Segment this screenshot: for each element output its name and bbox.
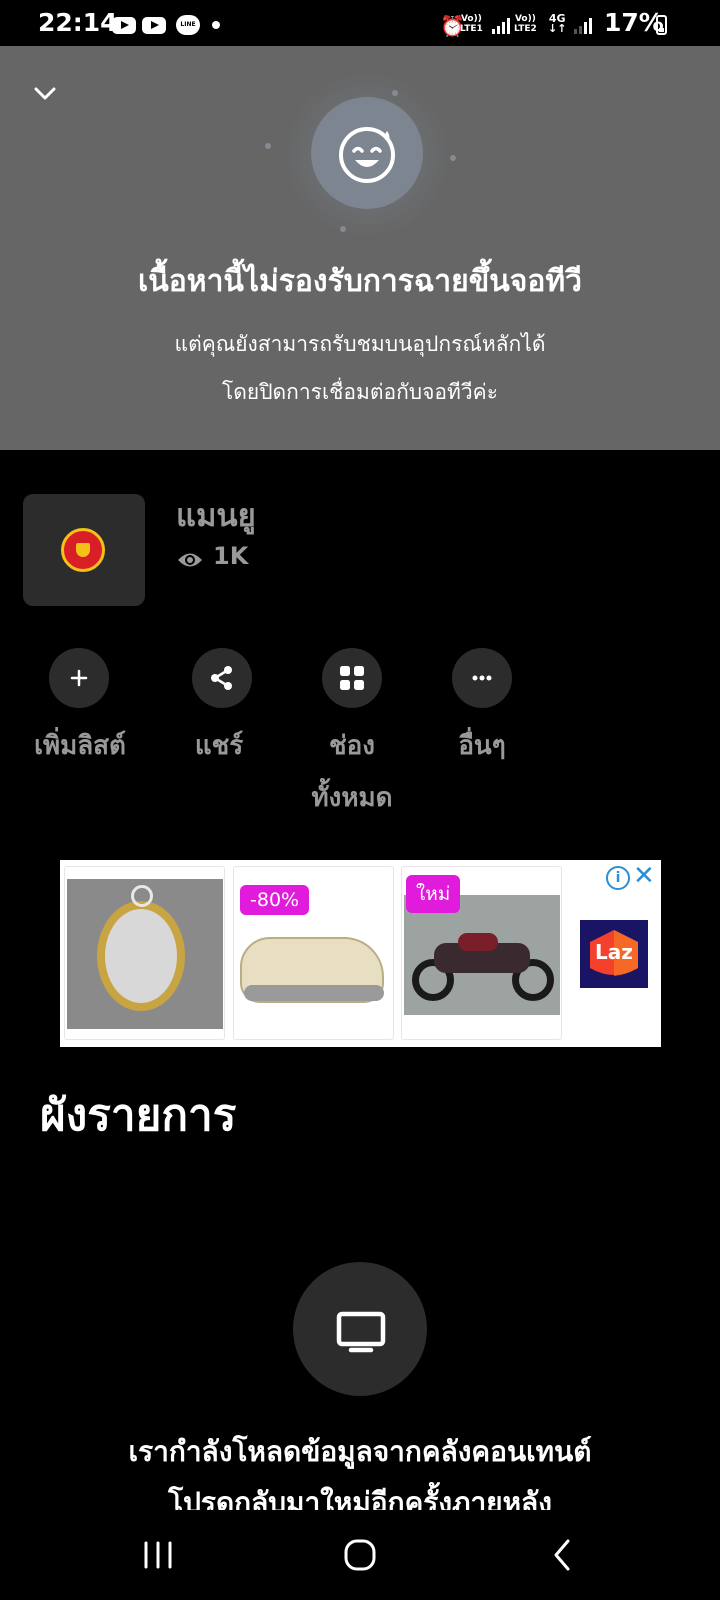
more-button[interactable]	[452, 648, 512, 708]
ad-product-motorcycle[interactable]: ใหม่	[401, 866, 562, 1040]
ad-close-icon[interactable]: ✕	[633, 862, 655, 890]
sim1-label: Vo)) LTE1	[460, 14, 483, 34]
discount-badge: -80%	[240, 885, 310, 915]
cast-message-line2: โดยปิดการเชื่อมต่อกับจอทีวีค่ะ	[221, 380, 499, 404]
video-title: แมนยู	[176, 498, 256, 534]
all-channels-button[interactable]	[322, 648, 382, 708]
sparkle	[265, 143, 271, 149]
back-icon[interactable]	[552, 1538, 572, 1572]
tv-placeholder	[293, 1262, 427, 1396]
recent-apps-icon[interactable]	[142, 1541, 174, 1569]
cast-unsupported-title: เนื้อหานี้ไม่รองรับการฉายขึ้นจอทีวี	[138, 264, 582, 299]
ad-info-icon[interactable]: i	[606, 866, 630, 890]
eye-icon	[178, 553, 202, 567]
sparkle	[340, 226, 346, 232]
team-crest-logo	[61, 528, 105, 572]
loading-message-line1: เรากำลังโหลดข้อมูลจากคลังคอนเทนต์	[128, 1435, 592, 1468]
tv-icon	[336, 1311, 386, 1353]
battery-percent: 17%	[604, 8, 664, 37]
new-badge: ใหม่	[406, 875, 461, 913]
network-type: 4G ↓↑	[548, 12, 567, 35]
youtube-icon	[142, 17, 166, 34]
more-label[interactable]: อื่นๆ	[402, 720, 562, 772]
signal-icon	[492, 18, 510, 34]
youtube-icon	[112, 17, 136, 34]
sparkle	[392, 90, 398, 96]
ad-product-sandal[interactable]: -80%	[233, 866, 394, 1040]
status-time: 22:14	[38, 8, 118, 37]
line-icon: LINE	[176, 15, 200, 35]
share-button[interactable]	[192, 648, 252, 708]
more-icon	[472, 675, 492, 681]
sim2-label: Vo)) LTE2	[514, 14, 537, 34]
sparkle	[450, 155, 456, 161]
share-icon	[211, 666, 232, 690]
cast-message-line1: แต่คุณยังสามารถรับชมบนอุปกรณ์หลักได้	[174, 332, 546, 356]
schedule-title: ผังรายการ	[40, 1090, 237, 1141]
grid-icon	[340, 666, 364, 690]
sweat-smile-icon	[311, 97, 423, 209]
signal-icon	[574, 18, 592, 34]
motorcycle-image	[404, 895, 560, 1015]
add-to-list-button[interactable]	[49, 648, 109, 708]
ad-product-amulet[interactable]	[64, 866, 225, 1040]
amulet-image	[67, 879, 223, 1029]
view-count: 1K	[213, 542, 249, 570]
chevron-down-icon[interactable]	[30, 80, 60, 106]
battery-icon	[656, 15, 667, 35]
plus-icon	[70, 669, 88, 687]
add-to-list-label[interactable]: เพิ่มลิสต์	[0, 720, 160, 772]
lazada-logo[interactable]: Laz	[580, 920, 648, 988]
home-icon[interactable]	[343, 1538, 377, 1572]
ad-banner[interactable]: -80% ใหม่ i ✕ Laz	[60, 860, 661, 1047]
all-channels-label-line2[interactable]: ทั้งหมด	[272, 772, 432, 824]
notification-dot	[212, 21, 220, 29]
